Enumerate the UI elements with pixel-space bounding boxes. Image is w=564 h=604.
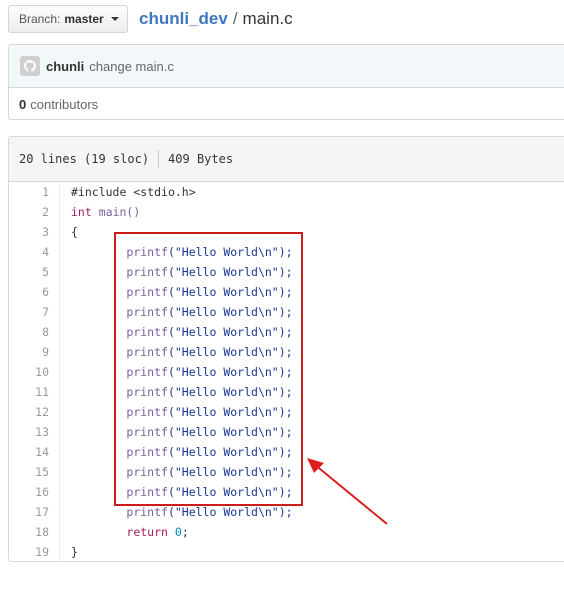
open-brace: { xyxy=(71,225,78,239)
file-header: 20 lines (19 sloc) 409 Bytes xyxy=(9,137,564,182)
line-number[interactable]: 12 xyxy=(9,405,49,419)
commit-author[interactable]: chunli xyxy=(46,59,84,74)
line-number[interactable]: 2 xyxy=(9,205,49,219)
file-size: 409 Bytes xyxy=(168,152,234,166)
breadcrumb-separator: / xyxy=(232,9,238,28)
branch-label: Branch: xyxy=(19,12,61,26)
line-number[interactable]: 9 xyxy=(9,345,49,359)
header-divider xyxy=(158,150,160,168)
return-value: 0 xyxy=(174,525,182,539)
line-number[interactable]: 7 xyxy=(9,305,49,319)
avatar[interactable] xyxy=(20,56,40,76)
commit-info-box: chunli change main.c 0 contributors xyxy=(8,44,564,120)
annotation-arrow-icon xyxy=(307,458,388,525)
line-number[interactable]: 3 xyxy=(9,225,49,239)
line-number[interactable]: 15 xyxy=(9,465,49,479)
file-line-count: 20 lines (19 sloc) xyxy=(19,152,150,166)
line-number[interactable]: 8 xyxy=(9,325,49,339)
line-number[interactable]: 5 xyxy=(9,265,49,279)
line-number[interactable]: 18 xyxy=(9,525,49,539)
github-octocat-icon xyxy=(23,59,37,72)
line-number[interactable]: 4 xyxy=(9,245,49,259)
code-line: 18 return 0; xyxy=(9,522,564,542)
branch-select-button[interactable]: Branch: master xyxy=(8,5,128,33)
line-number[interactable]: 13 xyxy=(9,425,49,439)
line-number[interactable]: 6 xyxy=(9,285,49,299)
contributors-row[interactable]: 0 contributors xyxy=(9,88,564,120)
line-number[interactable]: 10 xyxy=(9,365,49,379)
code-line: 1 #include <stdio.h> xyxy=(9,182,564,202)
contributors-count: 0 xyxy=(19,96,27,112)
highlight-box xyxy=(114,232,303,506)
latest-commit: chunli change main.c xyxy=(9,45,564,88)
line-number[interactable]: 11 xyxy=(9,385,49,399)
breadcrumb-repo-link[interactable]: chunli_dev xyxy=(139,9,228,28)
statement-end: ; xyxy=(181,525,189,539)
printf-call: printf xyxy=(126,505,168,519)
include-header: <stdio.h> xyxy=(133,185,196,199)
line-number[interactable]: 14 xyxy=(9,445,49,459)
line-number[interactable]: 19 xyxy=(9,545,49,559)
function-name: main() xyxy=(98,205,141,219)
code-line: 19 } xyxy=(9,542,564,562)
breadcrumb-file: main.c xyxy=(242,9,293,28)
printf-argument: ("Hello World\n"); xyxy=(167,505,293,519)
commit-message[interactable]: change main.c xyxy=(89,59,174,74)
caret-down-icon xyxy=(110,17,119,21)
line-number[interactable]: 1 xyxy=(9,185,49,199)
code-line: 2 int main() xyxy=(9,202,564,222)
line-number[interactable]: 17 xyxy=(9,505,49,519)
branch-name: master xyxy=(64,12,104,26)
type-keyword: int xyxy=(71,205,92,219)
include-directive: #include xyxy=(71,185,127,199)
line-number[interactable]: 16 xyxy=(9,485,49,499)
return-keyword: return xyxy=(126,525,168,539)
close-brace: } xyxy=(71,545,78,559)
contributors-label: contributors xyxy=(30,96,99,112)
breadcrumb: chunli_dev / main.c xyxy=(139,8,293,30)
